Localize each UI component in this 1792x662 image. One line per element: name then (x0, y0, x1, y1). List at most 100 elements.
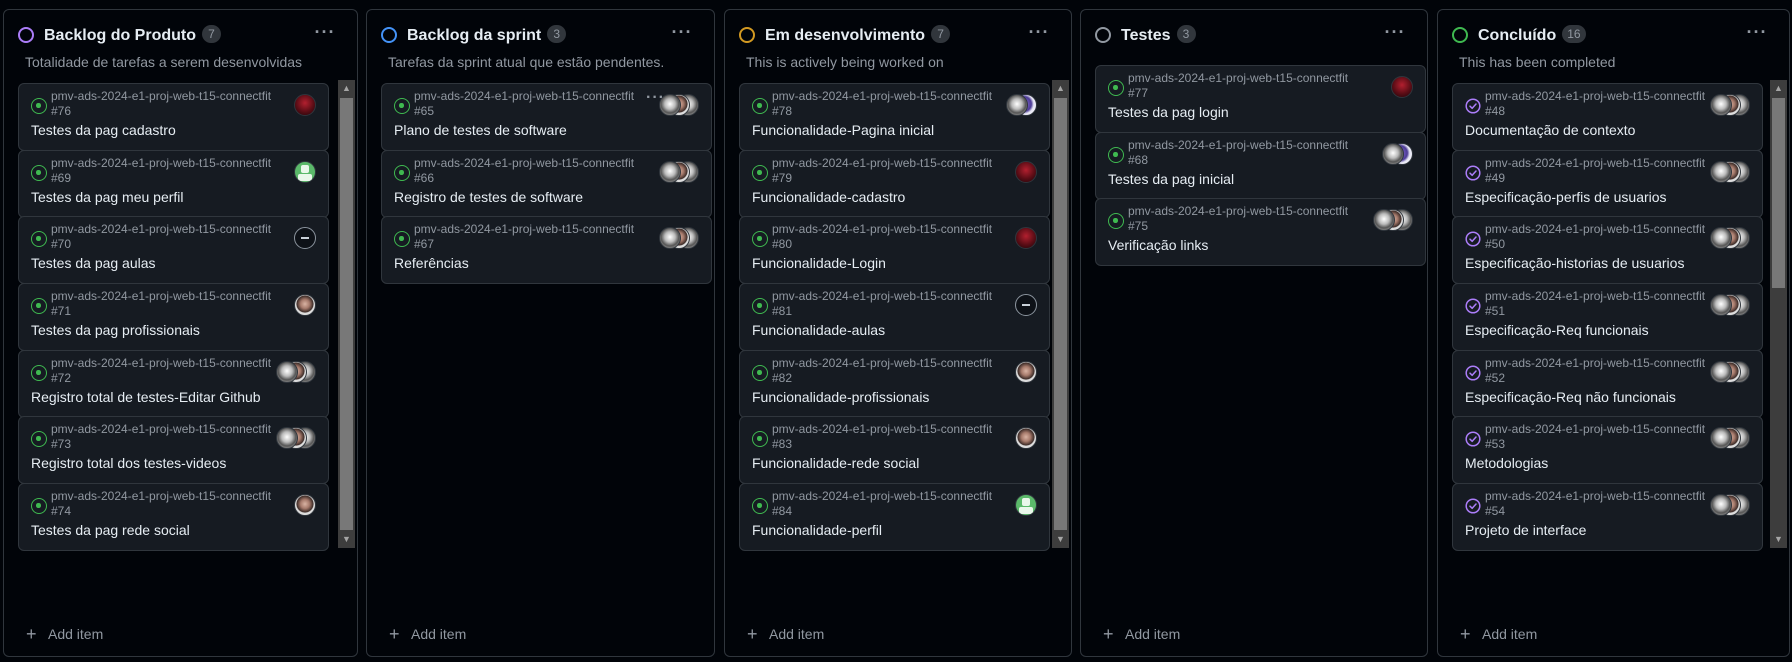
issue-card[interactable]: pmv-ads-2024-e1-proj-web-t15-connectfit … (18, 150, 329, 218)
scroll-down-arrow-icon[interactable]: ▼ (1052, 531, 1069, 548)
issue-repo-reference[interactable]: pmv-ads-2024-e1-proj-web-t15-connectfit … (772, 156, 1002, 186)
assignee-avatars[interactable] (294, 227, 316, 249)
issue-repo-reference[interactable]: pmv-ads-2024-e1-proj-web-t15-connectfit … (772, 222, 1002, 252)
issue-repo-reference[interactable]: pmv-ads-2024-e1-proj-web-t15-connectfit … (1485, 422, 1715, 452)
issue-card[interactable]: pmv-ads-2024-e1-proj-web-t15-connectfit … (739, 216, 1050, 284)
issue-repo-reference[interactable]: pmv-ads-2024-e1-proj-web-t15-connectfit … (414, 89, 644, 119)
issue-card[interactable]: pmv-ads-2024-e1-proj-web-t15-connectfit … (1095, 198, 1426, 266)
assignee-avatars[interactable] (1006, 94, 1037, 116)
issue-title[interactable]: Testes da pag login (1108, 104, 1229, 120)
issue-repo-reference[interactable]: pmv-ads-2024-e1-proj-web-t15-connectfit … (772, 422, 1002, 452)
assignee-avatars[interactable] (1710, 294, 1750, 316)
issue-card[interactable]: pmv-ads-2024-e1-proj-web-t15-connectfit … (18, 483, 329, 551)
issue-card[interactable]: pmv-ads-2024-e1-proj-web-t15-connectfit … (1452, 350, 1763, 418)
issue-repo-reference[interactable]: pmv-ads-2024-e1-proj-web-t15-connectfit … (772, 289, 1002, 319)
assignee-avatars[interactable] (1015, 227, 1037, 249)
assignee-avatars[interactable] (1710, 227, 1750, 249)
assignee-avatars[interactable] (1015, 294, 1037, 316)
issue-card[interactable]: pmv-ads-2024-e1-proj-web-t15-connectfit … (739, 283, 1050, 351)
issue-title[interactable]: Testes da pag inicial (1108, 171, 1234, 187)
scrollbar[interactable]: ▲ ▼ (338, 80, 355, 548)
assignee-avatars[interactable] (1015, 427, 1037, 449)
issue-title[interactable]: Especificação-historias de usuarios (1465, 255, 1684, 271)
assignee-avatars[interactable] (294, 161, 316, 183)
issue-card[interactable]: pmv-ads-2024-e1-proj-web-t15-connectfit … (18, 416, 329, 484)
issue-title[interactable]: Metodologias (1465, 455, 1548, 471)
issue-repo-reference[interactable]: pmv-ads-2024-e1-proj-web-t15-connectfit … (51, 489, 281, 519)
assignee-avatars[interactable] (294, 94, 316, 116)
issue-repo-reference[interactable]: pmv-ads-2024-e1-proj-web-t15-connectfit … (51, 156, 281, 186)
issue-repo-reference[interactable]: pmv-ads-2024-e1-proj-web-t15-connectfit … (51, 289, 281, 319)
issue-card[interactable]: pmv-ads-2024-e1-proj-web-t15-connectfit … (381, 83, 712, 151)
issue-title[interactable]: Referências (394, 255, 469, 271)
issue-title[interactable]: Documentação de contexto (1465, 122, 1635, 138)
assignee-avatars[interactable] (659, 94, 699, 116)
issue-title[interactable]: Funcionalidade-profissionais (752, 389, 929, 405)
issue-title[interactable]: Funcionalidade-perfil (752, 522, 882, 538)
issue-title[interactable]: Verificação links (1108, 237, 1208, 253)
issue-card[interactable]: pmv-ads-2024-e1-proj-web-t15-connectfit … (1095, 132, 1426, 200)
issue-repo-reference[interactable]: pmv-ads-2024-e1-proj-web-t15-connectfit … (1485, 156, 1715, 186)
column-menu-icon[interactable]: ··· (313, 22, 337, 42)
add-item-button[interactable]: + Add item (26, 625, 103, 646)
assignee-avatars[interactable] (276, 427, 316, 449)
issue-repo-reference[interactable]: pmv-ads-2024-e1-proj-web-t15-connectfit … (51, 356, 281, 386)
issue-card[interactable]: pmv-ads-2024-e1-proj-web-t15-connectfit … (739, 83, 1050, 151)
assignee-avatars[interactable] (1382, 143, 1413, 165)
issue-repo-reference[interactable]: pmv-ads-2024-e1-proj-web-t15-connectfit … (1485, 489, 1715, 519)
scroll-down-arrow-icon[interactable]: ▼ (1770, 531, 1787, 548)
issue-title[interactable]: Especificação-Req funcionais (1465, 322, 1649, 338)
assignee-avatars[interactable] (294, 494, 316, 516)
issue-card[interactable]: pmv-ads-2024-e1-proj-web-t15-connectfit … (381, 150, 712, 218)
assignee-avatars[interactable] (1710, 494, 1750, 516)
issue-card[interactable]: pmv-ads-2024-e1-proj-web-t15-connectfit … (1452, 483, 1763, 551)
issue-repo-reference[interactable]: pmv-ads-2024-e1-proj-web-t15-connectfit … (414, 222, 644, 252)
issue-card[interactable]: pmv-ads-2024-e1-proj-web-t15-connectfit … (18, 83, 329, 151)
issue-title[interactable]: Projeto de interface (1465, 522, 1586, 538)
scroll-down-arrow-icon[interactable]: ▼ (338, 531, 355, 548)
issue-card[interactable]: pmv-ads-2024-e1-proj-web-t15-connectfit … (1095, 65, 1426, 133)
issue-card[interactable]: pmv-ads-2024-e1-proj-web-t15-connectfit … (1452, 216, 1763, 284)
add-item-button[interactable]: + Add item (747, 625, 824, 646)
scroll-thumb[interactable] (340, 98, 353, 530)
assignee-avatars[interactable] (659, 161, 699, 183)
issue-repo-reference[interactable]: pmv-ads-2024-e1-proj-web-t15-connectfit … (414, 156, 644, 186)
issue-title[interactable]: Registro total de testes-Editar Github (31, 389, 261, 405)
issue-card[interactable]: pmv-ads-2024-e1-proj-web-t15-connectfit … (739, 416, 1050, 484)
issue-repo-reference[interactable]: pmv-ads-2024-e1-proj-web-t15-connectfit … (1485, 89, 1715, 119)
issue-repo-reference[interactable]: pmv-ads-2024-e1-proj-web-t15-connectfit … (51, 222, 281, 252)
assignee-avatars[interactable] (659, 227, 699, 249)
issue-title[interactable]: Registro de testes de software (394, 189, 583, 205)
scroll-thumb[interactable] (1772, 98, 1785, 288)
column-menu-icon[interactable]: ··· (1745, 22, 1769, 42)
issue-card[interactable]: pmv-ads-2024-e1-proj-web-t15-connectfit … (1452, 416, 1763, 484)
add-item-button[interactable]: + Add item (389, 625, 466, 646)
assignee-avatars[interactable] (1710, 361, 1750, 383)
issue-title[interactable]: Especificação-perfis de usuarios (1465, 189, 1667, 205)
scroll-thumb[interactable] (1054, 98, 1067, 530)
issue-title[interactable]: Funcionalidade-rede social (752, 455, 919, 471)
assignee-avatars[interactable] (1391, 76, 1413, 98)
issue-title[interactable]: Testes da pag aulas (31, 255, 156, 271)
issue-repo-reference[interactable]: pmv-ads-2024-e1-proj-web-t15-connectfit … (772, 356, 1002, 386)
issue-card[interactable]: pmv-ads-2024-e1-proj-web-t15-connectfit … (739, 483, 1050, 551)
scroll-up-arrow-icon[interactable]: ▲ (338, 80, 355, 97)
scrollbar[interactable]: ▲ ▼ (1052, 80, 1069, 548)
assignee-avatars[interactable] (1015, 361, 1037, 383)
assignee-avatars[interactable] (1710, 161, 1750, 183)
issue-repo-reference[interactable]: pmv-ads-2024-e1-proj-web-t15-connectfit … (772, 489, 1002, 519)
issue-card[interactable]: pmv-ads-2024-e1-proj-web-t15-connectfit … (739, 350, 1050, 418)
issue-repo-reference[interactable]: pmv-ads-2024-e1-proj-web-t15-connectfit … (1128, 71, 1358, 101)
issue-card[interactable]: pmv-ads-2024-e1-proj-web-t15-connectfit … (739, 150, 1050, 218)
issue-card[interactable]: pmv-ads-2024-e1-proj-web-t15-connectfit … (18, 216, 329, 284)
issue-title[interactable]: Testes da pag cadastro (31, 122, 176, 138)
issue-card[interactable]: pmv-ads-2024-e1-proj-web-t15-connectfit … (18, 283, 329, 351)
issue-title[interactable]: Funcionalidade-cadastro (752, 189, 905, 205)
scroll-up-arrow-icon[interactable]: ▲ (1770, 80, 1787, 97)
scroll-up-arrow-icon[interactable]: ▲ (1052, 80, 1069, 97)
issue-repo-reference[interactable]: pmv-ads-2024-e1-proj-web-t15-connectfit … (1128, 204, 1358, 234)
assignee-avatars[interactable] (1373, 209, 1413, 231)
assignee-avatars[interactable] (1015, 494, 1037, 516)
issue-repo-reference[interactable]: pmv-ads-2024-e1-proj-web-t15-connectfit … (772, 89, 1002, 119)
issue-title[interactable]: Registro total dos testes-videos (31, 455, 226, 471)
